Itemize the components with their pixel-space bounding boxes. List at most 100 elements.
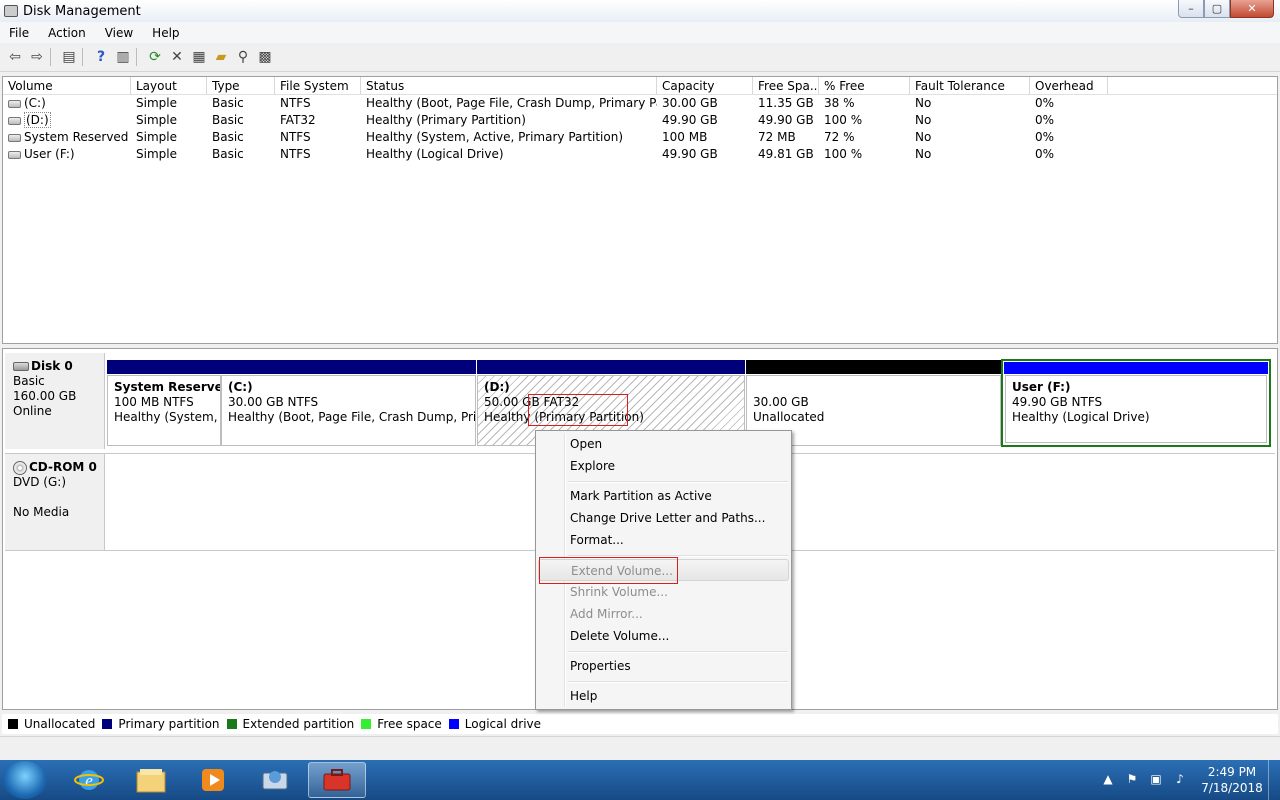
maximize-button[interactable]: ▢ (1204, 0, 1230, 18)
media-player-icon[interactable] (184, 762, 242, 798)
show-desktop-button[interactable] (1268, 760, 1280, 800)
percent-free-cell: 100 % (824, 147, 863, 161)
partition-name: (C:) (228, 380, 253, 394)
annotation-highlight-box (528, 394, 628, 426)
column-header-fault-tolerance[interactable]: Fault Tolerance (910, 77, 1030, 94)
volume-cell: System Reserved (3, 129, 131, 146)
column-header-type[interactable]: Type (207, 77, 275, 94)
free-space-cell: 49.90 GB (758, 113, 814, 127)
fault-tolerance-cell: No (915, 113, 932, 127)
legend-label: Primary partition (118, 717, 220, 731)
menu-item-explore[interactable]: Explore (538, 455, 789, 477)
table-row[interactable]: (D:) Simple Basic FAT32 Healthy (Primary… (3, 112, 1277, 129)
menu-item-change-drive-letter[interactable]: Change Drive Letter and Paths... (538, 507, 789, 529)
table-row[interactable]: User (F:) Simple Basic NTFS Healthy (Log… (3, 146, 1277, 163)
column-header-file-system[interactable]: File System (275, 77, 361, 94)
partition-size: 30.00 GB NTFS (228, 395, 319, 409)
menu-file[interactable]: File (0, 26, 39, 40)
annotation-highlight-box (539, 557, 678, 584)
disk-management-icon[interactable] (308, 762, 366, 798)
close-button[interactable]: ✕ (1230, 0, 1274, 18)
help-icon[interactable]: ? (90, 46, 112, 68)
status-cell: Healthy (Boot, Page File, Crash Dump, Pr… (366, 96, 657, 110)
overhead-cell: 0% (1035, 113, 1055, 127)
table-row[interactable]: (C:) Simple Basic NTFS Healthy (Boot, Pa… (3, 95, 1277, 112)
partition-user-f[interactable]: User (F:) 49.90 GB NTFS Healthy (Logical… (1001, 359, 1271, 447)
menu-item-properties[interactable]: Properties (538, 655, 789, 677)
table-row[interactable]: System Reserved Simple Basic NTFS Health… (3, 129, 1277, 146)
cdrom-0-label[interactable]: CD-ROM 0 DVD (G:) No Media (5, 454, 105, 550)
type-cell: Basic (212, 96, 244, 110)
volume-list-header: Volume Layout Type File System Status Ca… (3, 77, 1277, 95)
menu-help[interactable]: Help (143, 26, 189, 40)
volume-name: System Reserved (24, 130, 129, 144)
console-tree-icon[interactable]: ▤ (58, 46, 80, 68)
partition-system-reserved[interactable]: System Reserved 100 MB NTFS Healthy (Sys… (107, 360, 221, 446)
volume-list: Volume Layout Type File System Status Ca… (2, 76, 1278, 344)
control-panel-icon[interactable] (246, 762, 304, 798)
menu-item-shrink-volume[interactable]: Shrink Volume... (538, 581, 789, 603)
legend-label: Unallocated (24, 717, 96, 731)
overhead-cell: 0% (1035, 130, 1055, 144)
column-header-capacity[interactable]: Capacity (657, 77, 753, 94)
menu-item-delete-volume[interactable]: Delete Volume... (538, 625, 789, 647)
menu-item-mark-active[interactable]: Mark Partition as Active (538, 485, 789, 507)
partition-name: System Reserved (114, 380, 221, 394)
menu-item-add-mirror[interactable]: Add Mirror... (538, 603, 789, 625)
back-arrow-icon[interactable]: ⇦ (4, 46, 26, 68)
fault-tolerance-cell: No (915, 96, 932, 110)
free-space-cell: 11.35 GB (758, 96, 814, 110)
partition-color-bar (477, 360, 745, 374)
partition-status: Healthy (System, A (114, 410, 221, 424)
type-cell: Basic (212, 147, 244, 161)
partition-c[interactable]: (C:) 30.00 GB NTFS Healthy (Boot, Page F… (221, 360, 476, 446)
menu-item-help[interactable]: Help (538, 685, 789, 707)
disk-management-app-icon (4, 5, 18, 17)
file-system-cell: NTFS (280, 147, 311, 161)
menu-item-open[interactable]: Open (538, 433, 789, 455)
column-header-layout[interactable]: Layout (131, 77, 207, 94)
taskbar: e ▲ ⚑ ▣ ♪ 2:49 PM 7/18/2018 (0, 760, 1280, 800)
status-cell: Healthy (Primary Partition) (366, 113, 526, 127)
layout-cell: Simple (136, 113, 177, 127)
show-hidden-icons-icon[interactable]: ▲ (1100, 772, 1116, 788)
forward-arrow-icon[interactable]: ⇨ (26, 46, 48, 68)
legend-label: Logical drive (464, 717, 542, 731)
volume-cell: (D:) (3, 112, 131, 129)
open-folder-icon[interactable]: ▰ (210, 46, 232, 68)
clock[interactable]: 2:49 PM 7/18/2018 (1196, 764, 1268, 796)
network-icon[interactable]: ▣ (1148, 772, 1164, 788)
file-explorer-icon[interactable] (122, 762, 180, 798)
legend-swatch-free-space (361, 719, 372, 729)
menu-view[interactable]: View (96, 26, 143, 40)
action-center-icon[interactable]: ⚑ (1124, 772, 1140, 788)
free-space-cell: 49.81 GB (758, 147, 814, 161)
column-header-volume[interactable]: Volume (3, 77, 131, 94)
toolbar-separator (50, 48, 56, 66)
properties-icon[interactable]: ▦ (188, 46, 210, 68)
column-header-percent-free[interactable]: % Free (819, 77, 910, 94)
settings-icon[interactable]: ▩ (254, 46, 276, 68)
column-header-free-space[interactable]: Free Spa... (753, 77, 819, 94)
partition-name: User (F:) (1012, 380, 1071, 394)
menu-action[interactable]: Action (39, 26, 96, 40)
partition-size: 49.90 GB NTFS (1012, 395, 1103, 409)
delete-icon[interactable]: ✕ (166, 46, 188, 68)
volume-icon[interactable]: ♪ (1172, 772, 1188, 788)
column-header-overhead[interactable]: Overhead (1030, 77, 1108, 94)
fault-tolerance-cell: No (915, 147, 932, 161)
minimize-button[interactable]: – (1178, 0, 1204, 18)
menu-item-format[interactable]: Format... (538, 529, 789, 551)
show-hide-icon[interactable]: ▥ (112, 46, 134, 68)
start-button[interactable] (3, 761, 47, 799)
disk-0-label[interactable]: Disk 0 Basic 160.00 GB Online (5, 353, 105, 449)
search-icon[interactable]: ⚲ (232, 46, 254, 68)
internet-explorer-icon[interactable]: e (60, 762, 118, 798)
drive-icon (8, 133, 21, 142)
column-header-status[interactable]: Status (361, 77, 657, 94)
partition-status: Healthy (Logical Drive) (1012, 410, 1150, 424)
volume-cell: User (F:) (3, 146, 131, 163)
percent-free-cell: 38 % (824, 96, 855, 110)
refresh-icon[interactable]: ⟳ (144, 46, 166, 68)
window-title: Disk Management (23, 3, 141, 19)
